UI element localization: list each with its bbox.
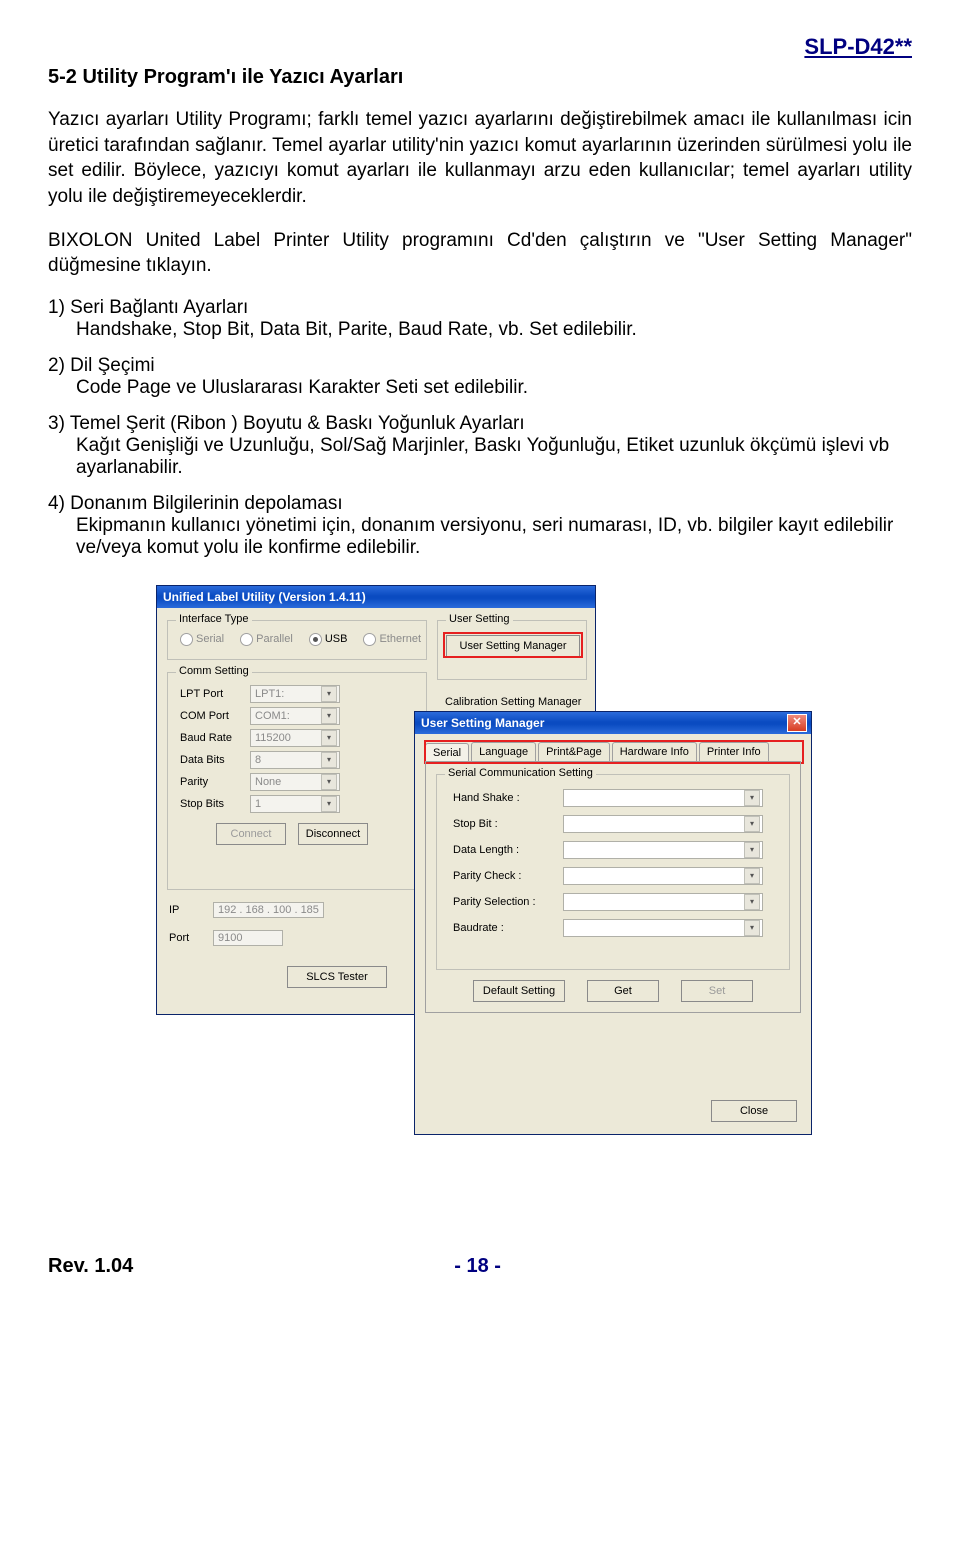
paragraph-1: Yazıcı ayarları Utility Programı; farklı…: [48, 107, 912, 210]
radio-serial[interactable]: Serial: [180, 633, 224, 646]
label-com: COM Port: [180, 710, 250, 722]
group-user-setting: User Setting User Setting Manager: [437, 620, 587, 680]
item-3-head: 3) Temel Şerit (Ribon ) Boyutu & Baskı Y…: [48, 413, 912, 435]
dropdown-handshake[interactable]: ▾: [563, 789, 763, 807]
dropdown-lpt-value: LPT1:: [255, 688, 284, 700]
dropdown-com-value: COM1:: [255, 710, 290, 722]
label-lpt: LPT Port: [180, 688, 250, 700]
group-comm-setting: Comm Setting LPT Port LPT1:▾ COM Port CO…: [167, 672, 427, 890]
group-interface-type: Interface Type Serial Parallel USB Ether…: [167, 620, 427, 660]
radio-ethernet[interactable]: Ethernet: [363, 633, 421, 646]
titlebar-main-text: Unified Label Utility (Version 1.4.11): [163, 590, 366, 604]
dropdown-datalength[interactable]: ▾: [563, 841, 763, 859]
chevron-down-icon: ▾: [321, 752, 337, 768]
chevron-down-icon: ▾: [321, 708, 337, 724]
label-datalength: Data Length :: [453, 844, 563, 856]
section-title: 5-2 Utility Program'ı ile Yazıcı Ayarlar…: [48, 66, 912, 89]
label-handshake: Hand Shake :: [453, 792, 563, 804]
footer-page-number: - 18 -: [454, 1255, 501, 1278]
dropdown-parity-value: None: [255, 776, 281, 788]
dropdown-baudrate[interactable]: ▾: [563, 919, 763, 937]
dropdown-com[interactable]: COM1: ▾: [250, 707, 340, 725]
label-stopbit: Stop Bit :: [453, 818, 563, 830]
titlebar-usm[interactable]: User Setting Manager ✕: [415, 712, 811, 734]
dropdown-stopbits[interactable]: 1▾: [250, 795, 340, 813]
legend-user-setting: User Setting: [446, 613, 513, 625]
chevron-down-icon: ▾: [744, 894, 760, 910]
user-setting-manager-button[interactable]: User Setting Manager: [446, 635, 580, 657]
chevron-down-icon: ▾: [744, 920, 760, 936]
paragraph-2: BIXOLON United Label Printer Utility pro…: [48, 228, 912, 279]
titlebar-main[interactable]: Unified Label Utility (Version 1.4.11): [157, 586, 595, 608]
close-icon[interactable]: ✕: [787, 714, 807, 732]
slcs-tester-button[interactable]: SLCS Tester: [287, 966, 387, 988]
tab-strip: Serial Language Print&Page Hardware Info…: [425, 742, 811, 761]
label-databits: Data Bits: [180, 754, 250, 766]
chevron-down-icon: ▾: [321, 796, 337, 812]
label-ip: IP: [169, 904, 201, 916]
legend-serial-comm: Serial Communication Setting: [445, 767, 596, 779]
tab-language[interactable]: Language: [471, 742, 536, 761]
model-header: SLP-D42**: [48, 34, 912, 60]
label-paritycheck: Parity Check :: [453, 870, 563, 882]
default-setting-button[interactable]: Default Setting: [473, 980, 565, 1002]
label-stopbits: Stop Bits: [180, 798, 250, 810]
radio-usb-label: USB: [325, 633, 348, 645]
item-2-head: 2) Dil Şeçimi: [48, 355, 912, 377]
label-port: Port: [169, 932, 201, 944]
set-button[interactable]: Set: [681, 980, 753, 1002]
tab-printer-info[interactable]: Printer Info: [699, 742, 769, 761]
tab-serial[interactable]: Serial: [425, 743, 469, 762]
label-parity: Parity: [180, 776, 250, 788]
ip-field[interactable]: 192 . 168 . 100 . 185: [213, 902, 324, 918]
chevron-down-icon: ▾: [744, 868, 760, 884]
item-2-sub: Code Page ve Uluslararası Karakter Seti …: [48, 377, 912, 399]
legend-comm: Comm Setting: [176, 665, 252, 677]
screenshot-area: Unified Label Utility (Version 1.4.11) I…: [156, 585, 856, 1145]
chevron-down-icon: ▾: [321, 774, 337, 790]
radio-usb[interactable]: USB: [309, 633, 348, 646]
footer-revision: Rev. 1.04: [48, 1255, 133, 1278]
radio-parallel[interactable]: Parallel: [240, 633, 293, 646]
titlebar-usm-text: User Setting Manager: [421, 716, 544, 730]
tab-body: Serial Communication Setting Hand Shake …: [425, 761, 801, 1013]
dropdown-lpt[interactable]: LPT1: ▾: [250, 685, 340, 703]
radio-ethernet-label: Ethernet: [379, 633, 421, 645]
legend-interface: Interface Type: [176, 613, 252, 625]
chevron-down-icon: ▾: [321, 730, 337, 746]
group-serial-comm: Serial Communication Setting Hand Shake …: [436, 774, 790, 970]
disconnect-button[interactable]: Disconnect: [298, 823, 368, 845]
dropdown-stopbit[interactable]: ▾: [563, 815, 763, 833]
port-field[interactable]: 9100: [213, 930, 283, 946]
item-1-head: 1) Seri Bağlantı Ayarları: [48, 297, 912, 319]
radio-serial-label: Serial: [196, 633, 224, 645]
tab-print-page[interactable]: Print&Page: [538, 742, 610, 761]
dropdown-stopbits-value: 1: [255, 798, 261, 810]
dropdown-baud-value: 115200: [255, 732, 291, 744]
chevron-down-icon: ▾: [744, 842, 760, 858]
chevron-down-icon: ▾: [744, 790, 760, 806]
close-button[interactable]: Close: [711, 1100, 797, 1122]
chevron-down-icon: ▾: [744, 816, 760, 832]
dropdown-parity[interactable]: None ▾: [250, 773, 340, 791]
radio-parallel-label: Parallel: [256, 633, 293, 645]
item-4-sub: Ekipmanın kullanıcı yönetimi için, donan…: [48, 515, 912, 559]
calibration-label: Calibration Setting Manager: [445, 696, 581, 708]
label-baud: Baud Rate: [180, 732, 250, 744]
item-1-sub: Handshake, Stop Bit, Data Bit, Parite, B…: [48, 319, 912, 341]
connect-button[interactable]: Connect: [216, 823, 286, 845]
label-baudrate: Baudrate :: [453, 922, 563, 934]
dropdown-baud[interactable]: 115200 ▾: [250, 729, 340, 747]
label-parityselection: Parity Selection :: [453, 896, 563, 908]
tab-hardware-info[interactable]: Hardware Info: [612, 742, 697, 761]
dropdown-databits[interactable]: 8▾: [250, 751, 340, 769]
get-button[interactable]: Get: [587, 980, 659, 1002]
item-3-sub: Kağıt Genişliği ve Uzunluğu, Sol/Sağ Mar…: [48, 435, 912, 479]
dropdown-parityselection[interactable]: ▾: [563, 893, 763, 911]
chevron-down-icon: ▾: [321, 686, 337, 702]
dropdown-paritycheck[interactable]: ▾: [563, 867, 763, 885]
dropdown-databits-value: 8: [255, 754, 261, 766]
window-user-setting-manager: User Setting Manager ✕ Serial Language P…: [414, 711, 812, 1135]
item-4-head: 4) Donanım Bilgilerinin depolaması: [48, 493, 912, 515]
